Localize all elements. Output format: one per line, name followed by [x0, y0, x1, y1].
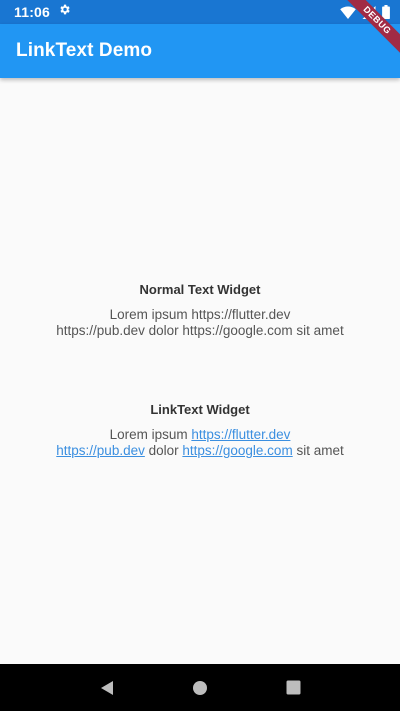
back-button[interactable]	[91, 672, 123, 704]
wifi-icon	[340, 5, 356, 19]
content-area: Normal Text Widget Lorem ipsum https://f…	[0, 78, 400, 664]
home-button[interactable]	[184, 672, 216, 704]
status-time: 11:06	[14, 4, 51, 20]
link-text-sit-amet: sit amet	[292, 443, 344, 458]
link-text-section: LinkText Widget Lorem ipsum https://flut…	[0, 402, 400, 459]
app-title: LinkText Demo	[16, 40, 153, 61]
link-pub[interactable]: https://pub.dev	[56, 443, 145, 458]
status-left: 11:06	[14, 3, 71, 21]
status-right	[340, 5, 390, 19]
recents-button[interactable]	[277, 672, 309, 704]
link-google[interactable]: https://google.com	[182, 443, 292, 458]
link-text-lorem: Lorem ipsum	[109, 427, 192, 442]
battery-icon	[382, 5, 390, 19]
link-flutter[interactable]: https://flutter.dev	[191, 427, 290, 442]
link-text-dolor: dolor	[144, 443, 183, 458]
home-circle-icon	[192, 680, 207, 695]
screen: 11:06 LinkText Demo DEBUG Normal Text Wi…	[0, 0, 400, 711]
link-text-body: Lorem ipsum https://flutter.dev https://…	[0, 427, 400, 459]
normal-text-line-2: https://pub.dev dolor https://google.com…	[56, 323, 344, 338]
link-text-line-2: https://pub.dev dolor https://google.com…	[0, 443, 400, 459]
navigation-bar	[0, 664, 400, 711]
normal-text-body: Lorem ipsum https://flutter.dev https://…	[0, 307, 400, 339]
link-text-line-1: Lorem ipsum https://flutter.dev	[0, 427, 400, 443]
back-triangle-icon	[100, 680, 113, 695]
app-bar: LinkText Demo	[0, 24, 400, 78]
normal-text-line-1: Lorem ipsum https://flutter.dev	[109, 307, 291, 322]
link-text-heading: LinkText Widget	[150, 402, 250, 417]
normal-text-heading: Normal Text Widget	[139, 282, 261, 297]
signal-icon	[362, 5, 376, 19]
status-bar: 11:06	[0, 0, 400, 24]
normal-text-section: Normal Text Widget Lorem ipsum https://f…	[0, 282, 400, 339]
recents-square-icon	[286, 680, 301, 695]
settings-gear-icon	[58, 3, 71, 21]
